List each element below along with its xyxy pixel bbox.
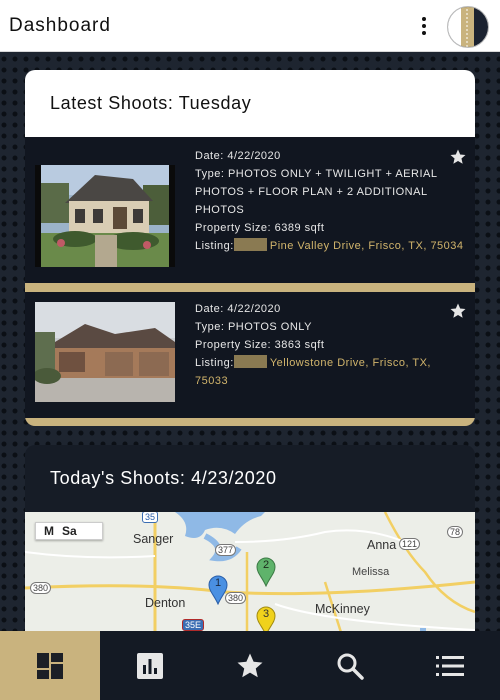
shoot-listing: Listing: Yellowstone Drive, Frisco, TX, 7…: [195, 354, 465, 390]
map-place-label: McKinney: [315, 602, 370, 616]
shoot-date: Date: 4/22/2020: [195, 150, 281, 162]
marker-label: 2: [262, 559, 270, 571]
bar-chart-icon: [137, 652, 163, 679]
road-shield: 121: [399, 538, 421, 550]
nav-list[interactable]: [400, 631, 500, 700]
nav-dashboard[interactable]: [0, 631, 100, 700]
divider: [25, 418, 475, 426]
road-shield: 35E: [182, 619, 205, 631]
search-icon: [337, 653, 364, 680]
map-marker[interactable]: 1: [208, 575, 228, 605]
bottom-navigation: [0, 631, 500, 700]
redacted-number: [233, 238, 267, 251]
shoot-date: Date: 4/22/2020: [195, 303, 281, 315]
latest-shoots-header: Latest Shoots: Tuesday: [25, 70, 475, 137]
favorite-star-icon[interactable]: [449, 302, 467, 320]
map-marker[interactable]: 2: [256, 557, 276, 587]
map-place-label: Sanger: [133, 532, 174, 546]
road-shield: 377: [215, 544, 237, 556]
nav-favorites[interactable]: [200, 631, 300, 700]
shoot-property-size: Property Size: 3863 sqft: [195, 339, 325, 351]
property-photo[interactable]: [35, 165, 175, 267]
map-place-label: Melissa: [352, 566, 390, 578]
road-shield: 380: [225, 592, 247, 604]
marker-label: 1: [214, 577, 222, 589]
map-control-map[interactable]: M: [44, 524, 54, 538]
map-place-label: Anna: [367, 538, 397, 552]
road-shield: 78: [447, 526, 464, 538]
property-photo[interactable]: [35, 302, 175, 402]
nav-search[interactable]: [300, 631, 400, 700]
map-place-label: Denton: [145, 596, 186, 610]
redacted-number: [233, 355, 267, 368]
shoot-item[interactable]: Date: 4/22/2020 Type: PHOTOS ONLY + TWIL…: [25, 137, 475, 283]
shoot-property-size: Property Size: 6389 sqft: [195, 222, 325, 234]
nav-reports[interactable]: [100, 631, 200, 700]
latest-shoots-card: Latest Shoots: Tuesday Date: 4/22/2020 T…: [25, 70, 475, 426]
latest-shoots-title: Latest Shoots: Tuesday: [50, 93, 252, 113]
more-vert-icon[interactable]: [412, 13, 436, 39]
star-icon: [237, 653, 263, 677]
listing-label: Listing:: [195, 357, 234, 369]
todays-shoots-card: Today's Shoots: 4/23/2020 M Sa Sanger An…: [25, 445, 475, 645]
divider: [25, 283, 475, 292]
shoot-details: Date: 4/22/2020 Type: PHOTOS ONLY + TWIL…: [195, 147, 465, 255]
shoot-details: Date: 4/22/2020 Type: PHOTOS ONLY Proper…: [195, 300, 465, 390]
road-shield: 35: [142, 512, 159, 523]
listing-address-link[interactable]: Pine Valley Drive, Frisco, TX, 75034: [270, 240, 464, 252]
road-shield: 380: [30, 582, 52, 594]
dashboard-icon: [37, 652, 63, 679]
marker-label: 3: [262, 608, 270, 620]
shoot-listing: Listing: Pine Valley Drive, Frisco, TX, 7…: [195, 237, 465, 255]
todays-shoots-header: Today's Shoots: 4/23/2020: [25, 445, 475, 512]
map-control-satellite[interactable]: Sa: [62, 524, 77, 538]
shoot-type: Type: PHOTOS ONLY + TWILIGHT + AERIAL PH…: [195, 168, 438, 216]
shoot-type: Type: PHOTOS ONLY: [195, 321, 312, 333]
favorite-star-icon[interactable]: [449, 148, 467, 166]
shoot-item[interactable]: Date: 4/22/2020 Type: PHOTOS ONLY Proper…: [25, 292, 475, 418]
shoots-map[interactable]: M Sa Sanger Anna Melissa Denton McKinney…: [25, 512, 475, 645]
page-title: Dashboard: [9, 14, 111, 36]
app-bar: Dashboard: [0, 0, 500, 52]
listing-label: Listing:: [195, 240, 234, 252]
user-avatar[interactable]: [447, 6, 489, 48]
map-type-control[interactable]: M Sa: [35, 522, 103, 540]
list-icon: [436, 655, 464, 676]
todays-shoots-title: Today's Shoots: 4/23/2020: [50, 468, 277, 488]
